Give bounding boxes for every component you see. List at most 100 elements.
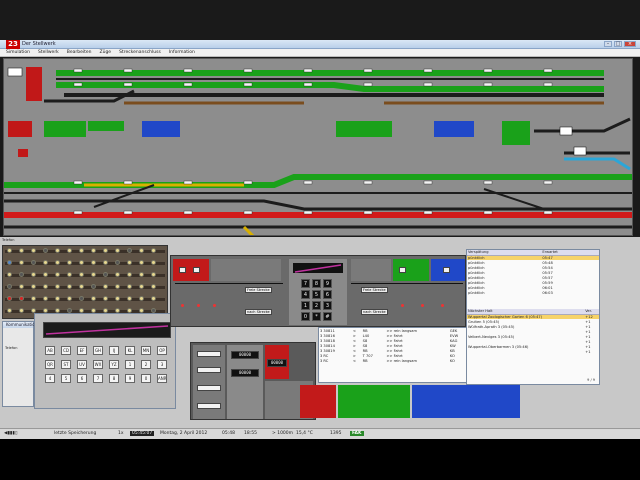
indicator-lamp[interactable] (127, 272, 132, 277)
keyboard-key[interactable]: OP (157, 346, 167, 355)
block-red-1[interactable] (8, 121, 32, 137)
train-list-table[interactable]: 3 30811 < RB >> rein langsam GEK 3 30816 > L40 >… (319, 328, 469, 363)
numpad[interactable]: 7 8 9 4 5 6 1 2 3 0 * # (301, 279, 335, 323)
block-blue-2[interactable] (434, 121, 474, 137)
indicator-lamp[interactable] (79, 272, 84, 277)
signal-marker[interactable] (483, 180, 493, 185)
indicator-lamp[interactable] (91, 284, 96, 289)
indicator-lamp[interactable] (139, 260, 144, 265)
indicator-lamp[interactable] (19, 260, 24, 265)
signal-marker[interactable] (483, 210, 493, 215)
signal-marker[interactable] (123, 68, 133, 73)
indicator-lamp[interactable] (139, 296, 144, 301)
signal-marker[interactable] (423, 68, 433, 73)
indicator-lamp[interactable] (91, 296, 96, 301)
indicator-lamp[interactable] (43, 272, 48, 277)
table-row[interactable]: 3 RC < RB >> rein langsam KO (319, 358, 469, 363)
keyboard-key[interactable]: 0 (141, 374, 151, 383)
signal-marker[interactable] (73, 68, 83, 73)
indicator-lamp[interactable] (151, 272, 156, 277)
signal-marker[interactable] (123, 210, 133, 215)
maximize-button[interactable]: □ (614, 41, 622, 47)
block-green-2[interactable] (88, 121, 124, 131)
menu-stellwerk[interactable]: Stellwerk (38, 49, 59, 56)
counter-red-block[interactable]: 00000 (265, 345, 289, 379)
minimize-button[interactable]: – (604, 41, 612, 47)
indicator-lamp[interactable] (79, 260, 84, 265)
indicator-lamp[interactable] (127, 248, 132, 253)
indicator-lamp[interactable] (151, 260, 156, 265)
phone-keyboard[interactable]: AB CD EF GH IJ KL MN OP QR ST UV WX YZ 1 2 3 4 5 6 7 8 9 0 ANR (41, 342, 173, 406)
keyboard-key[interactable]: 5 (61, 374, 71, 383)
menu-simulation[interactable]: Simulation (6, 49, 30, 56)
indicator-lamp[interactable] (67, 284, 72, 289)
numpad-key[interactable]: * (312, 312, 321, 321)
train-list-window[interactable]: 3 30811 < RB >> rein langsam GEK 3 30816 > L40 >… (318, 327, 470, 383)
signal-marker[interactable] (303, 68, 313, 73)
block-green-4[interactable] (502, 121, 530, 145)
numpad-key[interactable]: 0 (301, 312, 310, 321)
block-blue-1[interactable] (142, 121, 180, 137)
indicator-lamp[interactable] (91, 248, 96, 253)
signal-marker[interactable] (183, 82, 193, 87)
phone-keyboard-window[interactable]: AB CD EF GH IJ KL MN OP QR ST UV WX YZ 1 2 3 4 5 6 7 8 9 0 ANR (34, 313, 176, 409)
menu-streckenanschluss[interactable]: Streckenanschluss (119, 49, 161, 56)
counter-keys[interactable] (193, 345, 225, 419)
keyboard-key[interactable]: AB (45, 346, 55, 355)
indicator-lamp[interactable] (19, 308, 24, 313)
signal-marker[interactable] (543, 180, 553, 185)
indicator-lamp[interactable] (115, 296, 120, 301)
indicator-lamp[interactable] (7, 260, 12, 265)
indicator-lamp[interactable] (43, 248, 48, 253)
indicator-lamp[interactable] (31, 284, 36, 289)
indicator-lamp[interactable] (127, 296, 132, 301)
numpad-key[interactable]: 1 (301, 301, 310, 310)
signal-marker[interactable] (363, 180, 373, 185)
signal-marker[interactable] (423, 210, 433, 215)
indicator-lamp[interactable] (7, 272, 12, 277)
signal-marker[interactable] (483, 68, 493, 73)
numpad-key[interactable]: 3 (323, 301, 332, 310)
signal-marker[interactable] (543, 82, 553, 87)
keyboard-key[interactable]: 3 (157, 360, 167, 369)
signal-marker[interactable] (303, 210, 313, 215)
indicator-lamp[interactable] (19, 296, 24, 301)
timetable-table[interactable]: Verspätung Erwartet pünktlich 05:47 pünktl… (467, 250, 599, 295)
block-gray-2[interactable] (351, 259, 391, 281)
indicator-lamp[interactable] (103, 284, 108, 289)
indicator-lamp[interactable] (67, 260, 72, 265)
keyboard-key[interactable]: UV (77, 360, 87, 369)
signal-marker[interactable] (543, 210, 553, 215)
indicator-lamp[interactable] (91, 272, 96, 277)
block-red-button[interactable] (173, 259, 209, 281)
keyboard-key[interactable]: QR (45, 360, 55, 369)
indicator-lamp[interactable] (139, 248, 144, 253)
indicator-lamp[interactable] (31, 260, 36, 265)
keyboard-key[interactable]: 8 (109, 374, 119, 383)
menu-bearbeiten[interactable]: Bearbeiten (67, 49, 92, 56)
indicator-lamp[interactable] (31, 272, 36, 277)
crossing-icon[interactable] (559, 126, 573, 136)
block-green-1[interactable] (44, 121, 86, 137)
indicator-lamp[interactable] (151, 296, 156, 301)
keyboard-key[interactable]: 1 (125, 360, 135, 369)
next-stop-table[interactable]: Nächster Halt Ver. Wuppertal Zoologische… (467, 309, 599, 354)
keyboard-key[interactable]: KL (125, 346, 135, 355)
block-green-3[interactable] (336, 121, 392, 137)
signal-marker[interactable] (423, 180, 433, 185)
indicator-lamp[interactable] (19, 284, 24, 289)
keyboard-key[interactable]: ANR (157, 374, 167, 383)
indicator-lamp[interactable] (139, 272, 144, 277)
signal-marker[interactable] (243, 68, 253, 73)
block-blue-button[interactable] (431, 259, 465, 281)
signal-marker[interactable] (363, 210, 373, 215)
indicator-lamp[interactable] (31, 248, 36, 253)
indicator-lamp[interactable] (151, 248, 156, 253)
keyboard-key[interactable]: ST (61, 360, 71, 369)
block-green-bottom[interactable] (338, 385, 410, 418)
numpad-key[interactable]: 8 (312, 279, 321, 288)
signal-marker[interactable] (363, 68, 373, 73)
keyboard-key[interactable]: GH (93, 346, 103, 355)
indicator-lamp[interactable] (151, 284, 156, 289)
indicator-lamp[interactable] (7, 284, 12, 289)
